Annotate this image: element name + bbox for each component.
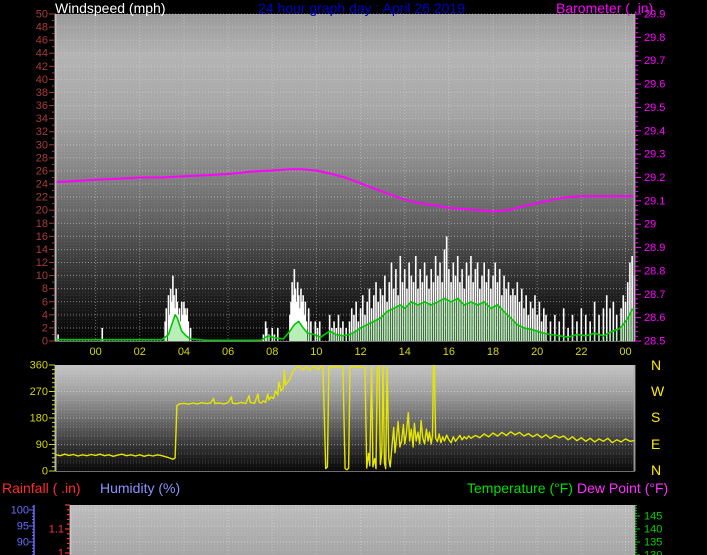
svg-text:29.6: 29.6 xyxy=(644,79,665,91)
rainfall-label: Rainfall ( .in) xyxy=(2,480,81,496)
svg-text:48: 48 xyxy=(36,22,48,34)
svg-text:29.7: 29.7 xyxy=(644,55,665,67)
svg-text:28: 28 xyxy=(36,152,48,164)
svg-text:270: 270 xyxy=(30,386,48,398)
svg-text:14: 14 xyxy=(36,244,48,256)
svg-text:12: 12 xyxy=(354,346,366,358)
svg-text:29: 29 xyxy=(644,219,656,231)
svg-text:0: 0 xyxy=(42,466,48,478)
svg-text:18: 18 xyxy=(36,218,48,230)
svg-text:32: 32 xyxy=(36,126,48,138)
svg-text:42: 42 xyxy=(36,61,48,73)
svg-text:20: 20 xyxy=(531,346,543,358)
svg-text:10: 10 xyxy=(36,270,48,282)
svg-text:26: 26 xyxy=(36,165,48,177)
svg-text:00: 00 xyxy=(89,346,101,358)
svg-text:50: 50 xyxy=(36,9,48,21)
svg-text:18: 18 xyxy=(487,346,499,358)
svg-text:28.6: 28.6 xyxy=(644,312,665,324)
svg-text:29.3: 29.3 xyxy=(644,149,665,161)
compass-n-top: N xyxy=(651,357,662,373)
svg-text:38: 38 xyxy=(36,87,48,99)
svg-text:28.5: 28.5 xyxy=(644,336,665,348)
svg-text:40: 40 xyxy=(36,74,48,86)
svg-text:90: 90 xyxy=(17,537,29,549)
weather-graph-page: 0 2 4 6 8 10 12 14 16 18 20 22 24 26 28 30 32 34 36 38 40 42 4… xyxy=(0,0,707,555)
svg-text:00: 00 xyxy=(619,346,631,358)
svg-text:2: 2 xyxy=(42,322,48,334)
svg-text:140: 140 xyxy=(644,524,662,536)
humidity-label: Humidity (%) xyxy=(100,480,181,496)
svg-text:29.2: 29.2 xyxy=(644,172,665,184)
svg-text:12: 12 xyxy=(36,257,48,269)
svg-text:28.9: 28.9 xyxy=(644,242,665,254)
svg-text:08: 08 xyxy=(266,346,278,358)
svg-text:36: 36 xyxy=(36,100,48,112)
svg-text:1: 1 xyxy=(58,548,64,555)
svg-text:14: 14 xyxy=(399,346,411,358)
svg-text:30: 30 xyxy=(36,139,48,151)
compass-w: W xyxy=(651,383,665,399)
barometer-title: Barometer ( .in) xyxy=(556,0,654,16)
graph-title: 24 hour graph day : April 26 2019 xyxy=(258,0,466,16)
svg-text:22: 22 xyxy=(36,192,48,204)
temperature-label: Temperature (°F) xyxy=(467,480,573,496)
compass-n-bottom: N xyxy=(651,462,662,478)
svg-text:06: 06 xyxy=(222,346,234,358)
svg-text:90: 90 xyxy=(36,439,48,451)
svg-text:29.1: 29.1 xyxy=(644,195,665,207)
svg-text:28.8: 28.8 xyxy=(644,265,665,277)
svg-text:100: 100 xyxy=(11,505,29,517)
svg-text:360: 360 xyxy=(30,360,48,372)
svg-text:34: 34 xyxy=(36,113,48,125)
svg-text:46: 46 xyxy=(36,35,48,47)
windspeed-title: Windspeed (mph) xyxy=(55,0,166,16)
svg-text:29.8: 29.8 xyxy=(644,32,665,44)
svg-text:28.7: 28.7 xyxy=(644,289,665,301)
svg-text:145: 145 xyxy=(644,511,662,523)
svg-text:29.4: 29.4 xyxy=(644,125,665,137)
svg-text:16: 16 xyxy=(443,346,455,358)
svg-text:95: 95 xyxy=(17,521,29,533)
svg-text:29.5: 29.5 xyxy=(644,102,665,114)
svg-text:04: 04 xyxy=(178,346,190,358)
svg-text:180: 180 xyxy=(30,413,48,425)
svg-text:02: 02 xyxy=(134,346,146,358)
svg-text:8: 8 xyxy=(42,283,48,295)
svg-text:22: 22 xyxy=(575,346,587,358)
svg-text:24: 24 xyxy=(36,179,48,191)
svg-text:20: 20 xyxy=(36,205,48,217)
svg-text:0: 0 xyxy=(42,336,48,348)
dew-point-label: Dew Point (°F) xyxy=(577,480,669,496)
svg-text:1.1: 1.1 xyxy=(49,524,64,536)
charts-canvas: 0246810121416182022242628303234363840424… xyxy=(11,9,665,555)
svg-text:130: 130 xyxy=(644,550,662,555)
svg-text:135: 135 xyxy=(644,537,662,549)
svg-text:6: 6 xyxy=(42,296,48,308)
compass-s: S xyxy=(651,409,661,425)
svg-text:44: 44 xyxy=(36,48,48,60)
svg-text:4: 4 xyxy=(42,309,48,321)
svg-text:10: 10 xyxy=(310,346,322,358)
compass-e: E xyxy=(651,436,661,452)
svg-text:16: 16 xyxy=(36,231,48,243)
